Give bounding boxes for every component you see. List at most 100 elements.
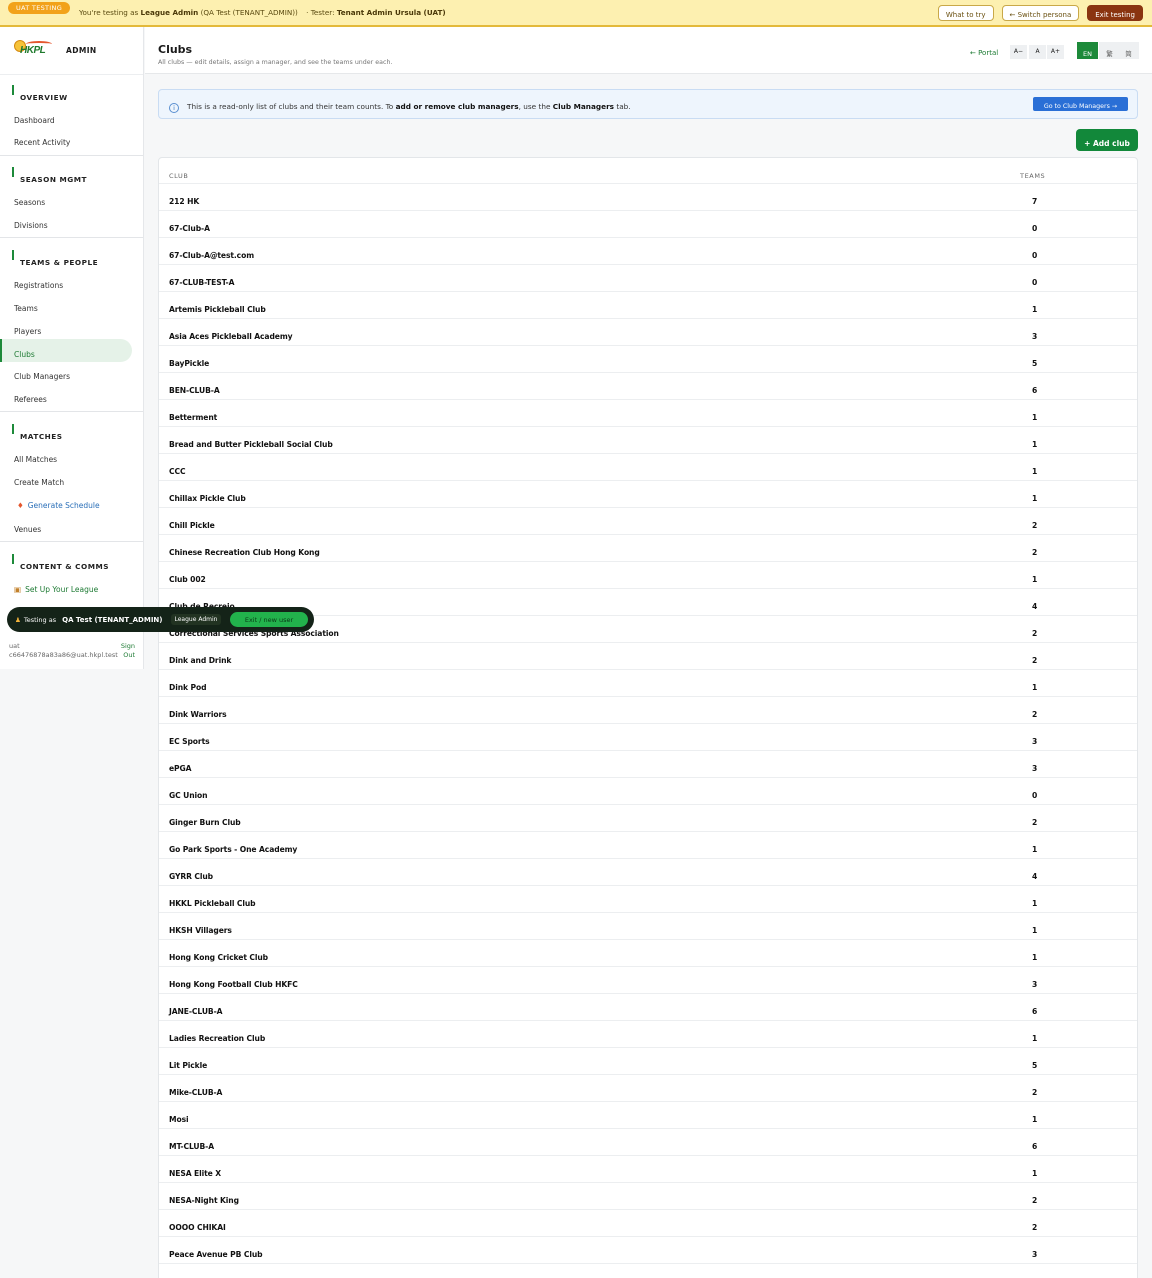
table-row[interactable]: Hong Kong Cricket Club 1 — [159, 939, 1137, 966]
table-row[interactable]: ePGA 3 — [159, 750, 1137, 777]
add-club-button[interactable]: + Add club — [1076, 129, 1138, 151]
table-row[interactable]: 67-CLUB-TEST-A 0 — [159, 264, 1137, 291]
what-to-try-button[interactable]: What to try — [937, 5, 994, 21]
sidebar-item-teams[interactable]: Teams — [14, 304, 38, 313]
table-row[interactable]: Club 002 1 — [159, 561, 1137, 588]
column-header-teams[interactable]: TEAMS — [1020, 172, 1045, 180]
club-name[interactable]: Dink Warriors — [169, 710, 227, 719]
table-row[interactable]: NESA-Night King 2 — [159, 1182, 1137, 1209]
table-row[interactable]: CCC 1 — [159, 453, 1137, 480]
club-name[interactable]: GYRR Club — [169, 872, 213, 881]
club-name[interactable]: BEN-CLUB-A — [169, 386, 220, 395]
club-name[interactable]: 67-CLUB-TEST-A — [169, 278, 234, 287]
club-name[interactable]: Chinese Recreation Club Hong Kong — [169, 548, 320, 557]
table-row[interactable]: Bread and Butter Pickleball Social Club 1 — [159, 426, 1137, 453]
club-name[interactable]: Bread and Butter Pickleball Social Club — [169, 440, 333, 449]
exit-new-user-button[interactable]: Exit / new user — [230, 612, 308, 627]
table-row[interactable]: Peace Avenue PB Club 3 — [159, 1236, 1137, 1263]
club-name[interactable]: Lit Pickle — [169, 1061, 207, 1070]
sidebar-item-club-managers[interactable]: Club Managers — [14, 372, 70, 381]
table-row[interactable]: Lit Pickle 5 — [159, 1047, 1137, 1074]
sidebar-item-clubs[interactable]: Clubs — [14, 350, 35, 359]
table-row[interactable]: GYRR Club 4 — [159, 858, 1137, 885]
club-name[interactable]: Club 002 — [169, 575, 206, 584]
table-row[interactable]: 67-Club-A@test.com 0 — [159, 237, 1137, 264]
table-row[interactable]: Betterment 1 — [159, 399, 1137, 426]
table-row[interactable]: Go Park Sports - One Academy 1 — [159, 831, 1137, 858]
club-name[interactable]: Dink Pod — [169, 683, 207, 692]
club-name[interactable]: Hong Kong Cricket Club — [169, 953, 268, 962]
exit-testing-button[interactable]: Exit testing — [1087, 5, 1143, 21]
club-name[interactable]: 67-Club-A — [169, 224, 210, 233]
font-decrease-button[interactable]: A− — [1010, 45, 1027, 59]
table-row[interactable]: Chillax Pickle Club 1 — [159, 480, 1137, 507]
table-row[interactable]: GC Union 0 — [159, 777, 1137, 804]
table-row[interactable]: OOOO CHIKAI 2 — [159, 1209, 1137, 1236]
club-name[interactable]: Hong Kong Football Club HKFC — [169, 980, 298, 989]
club-name[interactable]: Ginger Burn Club — [169, 818, 241, 827]
switch-persona-button[interactable]: ← Switch persona — [1001, 5, 1080, 21]
club-name[interactable]: Peace Avenue PB Club — [169, 1250, 263, 1259]
club-name[interactable]: ePGA — [169, 764, 192, 773]
table-row[interactable]: HKKL Pickleball Club 1 — [159, 885, 1137, 912]
club-name[interactable]: HKKL Pickleball Club — [169, 899, 256, 908]
club-name[interactable]: Artemis Pickleball Club — [169, 305, 266, 314]
sidebar-item-create-match[interactable]: Create Match — [14, 478, 64, 487]
sign-out-link[interactable]: Sign Out — [121, 642, 135, 660]
club-name[interactable]: Mike-CLUB-A — [169, 1088, 222, 1097]
sidebar-item-dashboard[interactable]: Dashboard — [14, 116, 55, 125]
club-name[interactable]: NESA Elite X — [169, 1169, 221, 1178]
sidebar-item-referees[interactable]: Referees — [14, 395, 47, 404]
club-name[interactable]: Betterment — [169, 413, 217, 422]
table-row[interactable]: Mosi 1 — [159, 1101, 1137, 1128]
table-row[interactable]: Asia Aces Pickleball Academy 3 — [159, 318, 1137, 345]
sidebar-item-venues[interactable]: Venues — [14, 525, 41, 534]
column-header-club[interactable]: CLUB — [169, 172, 188, 180]
table-row[interactable]: NESA Elite X 1 — [159, 1155, 1137, 1182]
table-row[interactable]: BEN-CLUB-A 6 — [159, 372, 1137, 399]
table-row[interactable]: 212 HK 7 — [159, 183, 1137, 210]
hkpl-logo[interactable]: HKPL — [12, 39, 58, 63]
club-name[interactable]: Asia Aces Pickleball Academy — [169, 332, 293, 341]
club-name[interactable]: HKSH Villagers — [169, 926, 232, 935]
club-name[interactable]: JANE-CLUB-A — [169, 1007, 223, 1016]
club-name[interactable]: Dink and Drink — [169, 656, 231, 665]
table-row[interactable]: HKSH Villagers 1 — [159, 912, 1137, 939]
table-row[interactable]: Chinese Recreation Club Hong Kong 2 — [159, 534, 1137, 561]
club-name[interactable]: GC Union — [169, 791, 208, 800]
club-name[interactable]: Go Park Sports - One Academy — [169, 845, 297, 854]
club-name[interactable]: BayPickle — [169, 359, 209, 368]
table-row[interactable]: Ladies Recreation Club 1 — [159, 1020, 1137, 1047]
table-row[interactable]: BayPickle 5 — [159, 345, 1137, 372]
lang-en-button[interactable]: EN — [1077, 42, 1098, 59]
club-name[interactable]: Chillax Pickle Club — [169, 494, 246, 503]
table-row[interactable]: Artemis Pickleball Club 1 — [159, 291, 1137, 318]
sidebar-item-seasons[interactable]: Seasons — [14, 198, 45, 207]
lang-tc-button[interactable]: 繁 — [1099, 42, 1120, 59]
font-normal-button[interactable]: A — [1029, 45, 1046, 59]
sidebar-item-set-up-league[interactable]: ▣ Set Up Your League — [14, 585, 98, 594]
sidebar-item-players[interactable]: Players — [14, 327, 41, 336]
table-row[interactable]: JANE-CLUB-A 6 — [159, 993, 1137, 1020]
club-name[interactable]: NESA-Night King — [169, 1196, 239, 1205]
portal-link[interactable]: ← Portal — [970, 49, 998, 57]
club-name[interactable]: Ladies Recreation Club — [169, 1034, 265, 1043]
club-name[interactable]: EC Sports — [169, 737, 210, 746]
table-row[interactable]: 67-Club-A 0 — [159, 210, 1137, 237]
table-row[interactable]: Peamie Mixing1 — [159, 1263, 1137, 1278]
table-row[interactable]: Hong Kong Football Club HKFC 3 — [159, 966, 1137, 993]
sidebar-item-divisions[interactable]: Divisions — [14, 221, 48, 230]
table-row[interactable]: MT-CLUB-A 6 — [159, 1128, 1137, 1155]
table-row[interactable]: Mike-CLUB-A 2 — [159, 1074, 1137, 1101]
sidebar-item-registrations[interactable]: Registrations — [14, 281, 63, 290]
club-name[interactable]: OOOO CHIKAI — [169, 1223, 226, 1232]
club-name[interactable]: CCC — [169, 467, 186, 476]
font-increase-button[interactable]: A+ — [1047, 45, 1064, 59]
club-name[interactable]: 67-Club-A@test.com — [169, 251, 254, 260]
club-name[interactable]: 212 HK — [169, 197, 199, 206]
sidebar-item-recent-activity[interactable]: Recent Activity — [14, 138, 70, 147]
table-row[interactable]: Chill Pickle 2 — [159, 507, 1137, 534]
table-row[interactable]: Ginger Burn Club 2 — [159, 804, 1137, 831]
club-name[interactable]: MT-CLUB-A — [169, 1142, 214, 1151]
table-row[interactable]: Dink and Drink 2 — [159, 642, 1137, 669]
